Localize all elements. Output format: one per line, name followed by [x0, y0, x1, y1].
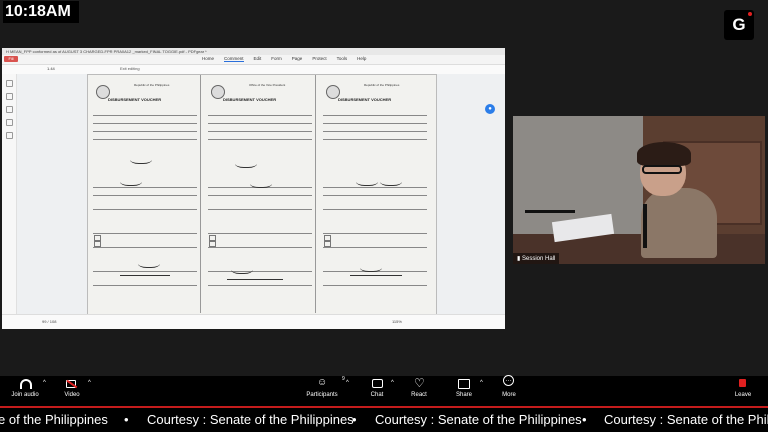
leave-button[interactable]: Leave: [723, 378, 763, 398]
exit-editing-link[interactable]: Exit editing: [120, 66, 140, 71]
bookmark-icon[interactable]: [5, 93, 13, 100]
participants-count: 9: [342, 376, 345, 382]
voucher-republic: Republic of the Philippines: [134, 83, 170, 87]
share-icon: [457, 378, 471, 389]
more-icon: [502, 375, 516, 389]
heart-icon: [412, 376, 426, 390]
ticker-text: Courtesy : Senate of the Philippines: [147, 412, 354, 427]
pdf-document-area[interactable]: Republic of the Philippines DISBURSEMENT…: [17, 74, 505, 329]
pdf-menu-list: Home Comment Edit Form Page Protect Tool…: [202, 56, 366, 62]
chat-icon: [370, 378, 384, 389]
video-off-icon: [65, 378, 79, 389]
user-avatar[interactable]: G: [724, 10, 754, 40]
signature-mark: [130, 153, 152, 164]
join-audio-button[interactable]: Join audio: [5, 378, 45, 398]
react-button[interactable]: React: [399, 376, 439, 398]
menu-form[interactable]: Form: [271, 56, 282, 62]
menu-home[interactable]: Home: [202, 56, 214, 62]
participants-icon: 9: [315, 376, 345, 389]
fill-button[interactable]: Fill: [4, 56, 18, 62]
voucher-title: DISBURSEMENT VOUCHER: [108, 97, 162, 102]
share-button[interactable]: Share: [444, 378, 484, 398]
video-tile[interactable]: ▮ Session Hall: [513, 116, 765, 264]
clock: 10:18AM: [3, 1, 79, 23]
leave-icon: [736, 378, 750, 389]
voucher-1: Republic of the Philippines DISBURSEMENT…: [90, 75, 201, 313]
translate-icon[interactable]: ●: [485, 104, 495, 114]
more-button[interactable]: More: [489, 375, 529, 398]
comment-icon[interactable]: [5, 106, 13, 113]
voucher-2: Office of the Vice President DISBURSEMEN…: [205, 75, 316, 313]
menu-edit[interactable]: Edit: [254, 56, 262, 62]
participants-button[interactable]: 9 Participants: [302, 376, 345, 398]
ticker-partial: e of the Philippines: [0, 412, 108, 427]
menu-page[interactable]: Page: [292, 56, 303, 62]
menu-comment[interactable]: Comment: [224, 56, 244, 62]
search-icon[interactable]: [5, 132, 13, 139]
video-button[interactable]: Video: [52, 378, 92, 398]
participant-name: ▮ Session Hall: [513, 253, 560, 264]
pdf-left-rail: [2, 74, 17, 315]
meeting-controls: Join audio ^ Video ^ 9 Participants ^ Ch…: [0, 375, 768, 406]
menu-protect[interactable]: Protect: [312, 56, 326, 62]
audio-options-caret[interactable]: ^: [43, 380, 46, 386]
news-ticker: e of the Philippines • Courtesy : Senate…: [0, 408, 768, 432]
pdf-statusbar: 99 / 108 115%: [2, 314, 505, 329]
voucher-header: Republic of the Philippines DISBURSEMENT…: [94, 83, 194, 109]
speaker: [641, 188, 717, 258]
shared-screen: H MEAN_FPP conformed as of AUGUST 3 CHAR…: [2, 48, 505, 329]
microphone: [525, 210, 575, 213]
pdf-window-title: H MEAN_FPP conformed as of AUGUST 3 CHAR…: [2, 48, 505, 55]
pdf-page: Republic of the Philippines DISBURSEMENT…: [87, 74, 437, 316]
toolstrip-zoom[interactable]: 1.44: [47, 66, 55, 71]
voucher-3: Republic of the Philippines DISBURSEMENT…: [320, 75, 430, 313]
zoom-level[interactable]: 115%: [392, 319, 402, 324]
page-indicator[interactable]: 99 / 108: [42, 319, 56, 324]
headphones-icon: [18, 378, 32, 389]
video-options-caret[interactable]: ^: [88, 380, 91, 386]
signal-icon: ▮: [517, 256, 521, 262]
menu-help[interactable]: Help: [357, 56, 366, 62]
pdf-menubar: Fill Home Comment Edit Form Page Protect…: [2, 55, 505, 65]
thumbnail-icon[interactable]: [5, 80, 13, 87]
menu-tools[interactable]: Tools: [337, 56, 348, 62]
attachment-icon[interactable]: [5, 119, 13, 126]
